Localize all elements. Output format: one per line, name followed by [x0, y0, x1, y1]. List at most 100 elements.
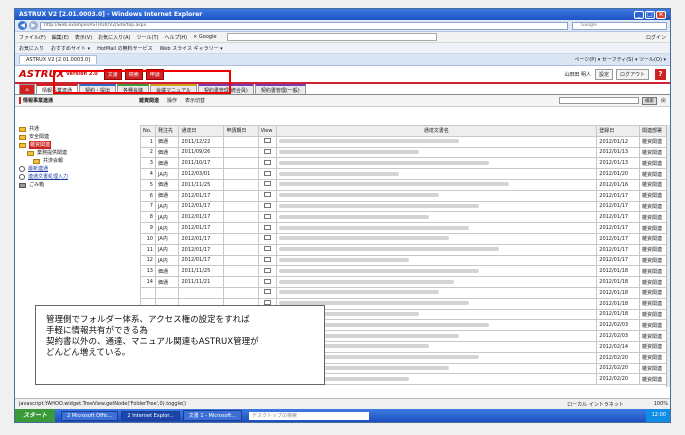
tree-item[interactable]: 最新連通: [19, 165, 136, 173]
forward-button[interactable]: ▶: [29, 21, 38, 30]
address-input[interactable]: http://web.example/ASTRUX/V2/Site/top.as…: [40, 21, 568, 30]
cell-name[interactable]: [275, 222, 598, 234]
cell-name[interactable]: [275, 189, 598, 202]
vertical-scrollbar[interactable]: [666, 125, 670, 387]
desktop-search-input[interactable]: デスクトップの検索: [249, 411, 370, 420]
document-icon[interactable]: [263, 138, 271, 144]
col-no[interactable]: No.: [140, 125, 156, 137]
col-date[interactable]: 通達日: [178, 125, 225, 137]
document-icon[interactable]: [263, 170, 271, 176]
table-row[interactable]: 10 JA内 2012/01/17 2012/01/17 雑資関連: [140, 232, 670, 245]
fav-hotmail[interactable]: HotMail の無料サービス: [97, 45, 153, 52]
col-due[interactable]: 申請期日: [223, 125, 259, 137]
document-icon[interactable]: [263, 256, 271, 262]
display-toggle[interactable]: 表示切替: [185, 97, 205, 104]
taskbar-item[interactable]: 2 Internet Explor...: [121, 410, 180, 421]
tab-meetings[interactable]: 各種会議: [117, 84, 150, 94]
logout-button[interactable]: ログアウト: [615, 68, 649, 80]
document-icon[interactable]: [263, 267, 271, 273]
doc-button[interactable]: 文書: [103, 68, 122, 80]
taskbar-item[interactable]: 文書 1 - Microsoft...: [182, 410, 243, 421]
document-icon[interactable]: [263, 192, 271, 198]
cell-name[interactable]: [275, 146, 598, 159]
cell-name[interactable]: [275, 276, 598, 288]
table-row[interactable]: 2 価通 2011/09/26 2012/01/13 雑資関連: [140, 146, 670, 159]
settings-button[interactable]: 設定: [594, 68, 613, 80]
cell-name[interactable]: [275, 286, 598, 299]
document-icon[interactable]: [263, 224, 271, 230]
cell-name[interactable]: [275, 211, 598, 224]
col-sender[interactable]: 発注先: [154, 125, 180, 137]
login-link[interactable]: ログイン: [646, 34, 666, 41]
tab-contract-admin[interactable]: 契約書管理(統合員): [197, 84, 254, 94]
menu-file[interactable]: ファイル(F): [19, 34, 46, 41]
cell-name[interactable]: [275, 265, 598, 278]
col-name[interactable]: 通達文書名: [275, 125, 598, 137]
back-button[interactable]: ◀: [18, 21, 27, 30]
document-icon[interactable]: [263, 148, 271, 154]
tree-item[interactable]: 業務提供関連: [27, 149, 136, 157]
col-registered[interactable]: 登録日: [596, 125, 641, 137]
browser-tools[interactable]: ページ(P) ▾ セーフティ(S) ▾ ツール(O) ▾: [574, 56, 666, 63]
fav-webslice[interactable]: Web スライス ギャラリー ▾: [160, 45, 223, 52]
home-icon[interactable]: ⌂: [19, 84, 35, 94]
table-row[interactable]: 1 価通 2011/12/22 2012/01/12 雑資関連: [140, 135, 670, 148]
zoom-level[interactable]: 100%: [654, 401, 668, 407]
browser-tab[interactable]: ASTRUX V2 [2.01.0003.0]: [19, 55, 98, 64]
start-button[interactable]: スタート: [15, 409, 56, 422]
document-icon[interactable]: [263, 159, 271, 165]
document-icon[interactable]: [263, 202, 271, 208]
tab-manual[interactable]: 会議マニュアル: [150, 84, 197, 94]
table-row[interactable]: 5 価通 2011/11/25 2012/01/16 雑資関連: [140, 178, 670, 191]
table-row[interactable]: 2012/01/18 雑資関連: [140, 286, 670, 299]
document-icon[interactable]: [263, 213, 271, 219]
document-icon[interactable]: [263, 235, 271, 241]
cell-name[interactable]: [275, 157, 598, 170]
document-icon[interactable]: [263, 278, 271, 284]
menu-help[interactable]: ヘルプ(H): [164, 34, 187, 41]
tree-item[interactable]: 共済会報: [33, 157, 136, 165]
apply-button[interactable]: 申請: [145, 68, 164, 80]
tree-item[interactable]: ごみ箱: [19, 181, 136, 189]
cell-name[interactable]: [275, 200, 598, 213]
table-row[interactable]: 8 JA内 2012/01/17 2012/01/17 雑資関連: [140, 211, 670, 224]
menu-favorites[interactable]: お気に入り(A): [98, 34, 130, 41]
doc-search-button[interactable]: 検索: [641, 96, 657, 105]
cell-name[interactable]: [275, 168, 598, 180]
minimize-button[interactable]: _: [634, 10, 644, 19]
tab-contract-general[interactable]: 契約書管理(一般): [254, 84, 306, 94]
menu-edit[interactable]: 編集(E): [52, 34, 69, 41]
table-row[interactable]: 9 JA内 2012/01/17 2012/01/17 雑資関連: [140, 222, 670, 234]
google-search-input[interactable]: [226, 33, 437, 41]
document-icon[interactable]: [263, 289, 271, 295]
browser-search-input[interactable]: Google: [572, 21, 667, 30]
tree-item[interactable]: 雑資関連: [19, 141, 136, 149]
cell-name[interactable]: [275, 254, 598, 267]
tree-item[interactable]: 共通: [19, 125, 136, 133]
table-row[interactable]: 4 JA内 2012/03/01 2012/01/20 雑資関連: [140, 168, 670, 180]
menu-tools[interactable]: ツール(T): [137, 34, 159, 41]
table-row[interactable]: 6 価通 2012/01/17 2012/01/17 雑資関連: [140, 189, 670, 202]
table-row[interactable]: 7 JA内 2012/01/17 2012/01/17 雑資関連: [140, 200, 670, 213]
fav-favorites[interactable]: お気に入り: [19, 45, 44, 52]
fav-suggested[interactable]: おすすめサイト ▾: [51, 45, 90, 52]
table-row[interactable]: 3 価通 2011/10/17 2012/01/13 雑資関連: [140, 157, 670, 170]
folder-tab[interactable]: 雑資関連: [139, 97, 159, 104]
tab-contract[interactable]: 契約・提出: [79, 84, 117, 94]
col-dept[interactable]: 関連部署: [639, 125, 670, 137]
search-button[interactable]: 検索: [124, 68, 143, 80]
menu-view[interactable]: 表示(V): [75, 34, 92, 41]
tab-info[interactable]: 情報事業連通: [36, 84, 79, 94]
close-button[interactable]: ×: [656, 10, 666, 19]
cell-name[interactable]: [275, 135, 598, 148]
help-icon[interactable]: ?: [655, 68, 666, 80]
cell-name[interactable]: [275, 178, 598, 191]
tree-item[interactable]: 連通文書処理入力: [19, 173, 136, 181]
table-row[interactable]: 12 JA内 2012/01/17 2012/01/17 雑資関連: [140, 254, 670, 267]
cell-name[interactable]: [275, 232, 598, 245]
document-icon[interactable]: [263, 181, 271, 187]
maximize-button[interactable]: □: [645, 10, 655, 19]
cell-name[interactable]: [275, 243, 598, 256]
return-link[interactable]: 戻: [661, 97, 666, 104]
table-row[interactable]: 11 JA内 2012/01/17 2012/01/17 雑資関連: [140, 243, 670, 256]
